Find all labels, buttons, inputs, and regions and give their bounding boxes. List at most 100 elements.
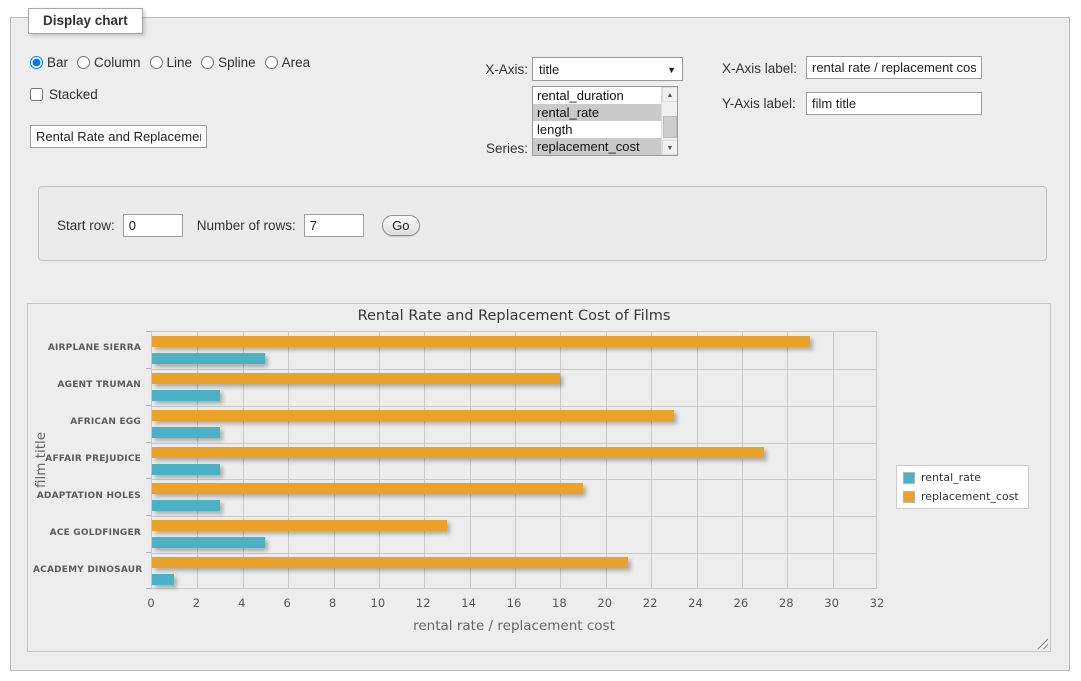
- chart-type-radio-label: Column: [94, 55, 141, 70]
- x-tick-label: 16: [499, 596, 529, 610]
- bar-rental_rate: [152, 353, 265, 364]
- x-axis-label-caption: X-Axis label:: [722, 61, 802, 76]
- fieldset-legend: Display chart: [28, 8, 143, 34]
- start-row-label: Start row:: [57, 218, 115, 233]
- chart-panel: Rental Rate and Replacement Cost of Film…: [27, 303, 1051, 652]
- scrollbar-thumb[interactable]: [663, 116, 677, 138]
- series-list-label: Series:: [470, 141, 528, 156]
- x-tick-label: 20: [590, 596, 620, 610]
- category-label: AIRPLANE SIERRA: [33, 343, 141, 353]
- series-option-rental_duration[interactable]: rental_duration: [533, 87, 661, 104]
- gridline: [787, 332, 788, 588]
- x-axis-selected-value: title: [539, 62, 559, 77]
- chart-type-radio[interactable]: [77, 56, 90, 69]
- chart-type-radio[interactable]: [201, 56, 214, 69]
- start-row-input[interactable]: [123, 214, 183, 237]
- y-axis-label-caption: Y-Axis label:: [722, 96, 802, 111]
- row-range-box: Start row: Number of rows: Go: [38, 186, 1047, 261]
- bar-rental_rate: [152, 427, 220, 438]
- bar-rental_rate: [152, 464, 220, 475]
- gridline: [833, 332, 834, 588]
- x-tick-label: 22: [635, 596, 665, 610]
- bar-rental_rate: [152, 537, 265, 548]
- bar-replacement_cost: [152, 520, 447, 531]
- bar-replacement_cost: [152, 483, 583, 494]
- y-tick-mark: [146, 405, 151, 406]
- num-rows-input[interactable]: [304, 214, 364, 237]
- gridline: [288, 332, 289, 588]
- legend-item: rental_rate: [903, 471, 1019, 484]
- x-tick-label: 8: [318, 596, 348, 610]
- gridline: [152, 406, 876, 407]
- legend-item: replacement_cost: [903, 490, 1019, 503]
- series-options: rental_durationrental_ratelengthreplacem…: [533, 87, 661, 155]
- stacked-option[interactable]: Stacked: [30, 87, 98, 102]
- chart-type-radio-label: Bar: [47, 55, 68, 70]
- gridline: [742, 332, 743, 588]
- category-label: ACE GOLDFINGER: [33, 528, 141, 538]
- series-scrollbar[interactable]: ▲ ▼: [661, 87, 677, 155]
- chart-type-line[interactable]: Line: [150, 55, 193, 70]
- legend-swatch-replacement_cost: [903, 491, 915, 503]
- x-axis-select-label: X-Axis:: [470, 62, 528, 77]
- scroll-up-icon[interactable]: ▲: [662, 87, 678, 102]
- x-tick-label: 6: [272, 596, 302, 610]
- y-tick-mark: [146, 368, 151, 369]
- chart-type-radio-label: Area: [282, 55, 311, 70]
- gridline: [197, 332, 198, 588]
- chevron-down-icon: ▼: [667, 65, 676, 75]
- page: Display chart Bar Column Line Spline Area St…: [0, 0, 1081, 681]
- bar-replacement_cost: [152, 373, 560, 384]
- y-axis-title: film title: [33, 331, 49, 589]
- x-tick-label: 24: [681, 596, 711, 610]
- bar-replacement_cost: [152, 336, 810, 347]
- x-axis-select[interactable]: title ▼: [532, 57, 683, 81]
- y-tick-mark: [146, 478, 151, 479]
- chart-type-column[interactable]: Column: [77, 55, 141, 70]
- category-label: AFRICAN EGG: [33, 417, 141, 427]
- category-label: ACADEMY DINOSAUR: [33, 565, 141, 575]
- legend-label: replacement_cost: [921, 490, 1019, 503]
- y-tick-mark: [146, 331, 151, 332]
- x-tick-label: 32: [862, 596, 892, 610]
- gridline: [560, 332, 561, 588]
- x-axis-title: rental rate / replacement cost: [151, 618, 877, 634]
- go-button[interactable]: Go: [382, 215, 420, 236]
- chart-type-bar[interactable]: Bar: [30, 55, 68, 70]
- chart-title-input[interactable]: [30, 125, 207, 148]
- x-tick-label: 12: [408, 596, 438, 610]
- chart-type-area[interactable]: Area: [265, 55, 311, 70]
- series-option-length[interactable]: length: [533, 121, 661, 138]
- bar-replacement_cost: [152, 410, 674, 421]
- bar-replacement_cost: [152, 557, 628, 568]
- x-tick-label: 18: [544, 596, 574, 610]
- chart-type-radios: Bar Column Line Spline Area: [30, 55, 310, 70]
- resize-handle-icon[interactable]: [1037, 638, 1048, 649]
- chart-type-radio-label: Spline: [218, 55, 256, 70]
- category-label: AFFAIR PREJUDICE: [33, 454, 141, 464]
- chart-type-spline[interactable]: Spline: [201, 55, 256, 70]
- chart-type-radio[interactable]: [150, 56, 163, 69]
- series-listbox[interactable]: rental_durationrental_ratelengthreplacem…: [532, 86, 678, 156]
- chart-type-radio[interactable]: [30, 56, 43, 69]
- stacked-checkbox[interactable]: [30, 88, 43, 101]
- x-tick-label: 0: [136, 596, 166, 610]
- gridline: [697, 332, 698, 588]
- series-option-replacement_cost[interactable]: replacement_cost: [533, 138, 661, 155]
- x-tick-label: 4: [227, 596, 257, 610]
- chart-type-radio[interactable]: [265, 56, 278, 69]
- gridline: [424, 332, 425, 588]
- scroll-down-icon[interactable]: ▼: [662, 140, 678, 155]
- y-tick-mark: [146, 588, 151, 589]
- y-tick-mark: [146, 552, 151, 553]
- gridline: [243, 332, 244, 588]
- y-axis-label-input[interactable]: [806, 92, 982, 115]
- x-axis-label-input[interactable]: [806, 56, 982, 79]
- x-tick-label: 30: [817, 596, 847, 610]
- gridline: [651, 332, 652, 588]
- gridline: [379, 332, 380, 588]
- y-tick-mark: [146, 515, 151, 516]
- series-option-rental_rate[interactable]: rental_rate: [533, 104, 661, 121]
- category-label: ADAPTATION HOLES: [33, 491, 141, 501]
- chart-legend: rental_rate replacement_cost: [896, 465, 1029, 509]
